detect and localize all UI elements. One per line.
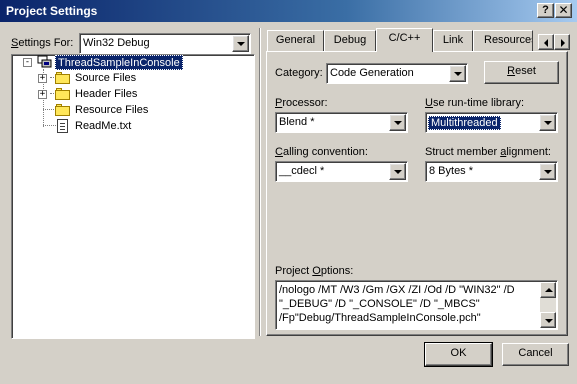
chevron-left-icon — [544, 39, 548, 47]
project-options-text: /nologo /MT /W3 /Gm /GX /ZI /Od /D "WIN3… — [279, 284, 515, 324]
window-title: Project Settings — [6, 4, 98, 18]
calling-convention-label: Calling convention: — [275, 146, 368, 158]
project-options-label: Project Options: — [275, 265, 354, 277]
chevron-down-icon — [544, 170, 552, 174]
ok-button[interactable]: OK — [424, 342, 493, 367]
tab-page-c-cpp: Category: Code Generation Reset Processo… — [266, 51, 568, 336]
settings-for-combo[interactable]: Win32 Debug — [79, 33, 251, 54]
folder-icon — [55, 72, 71, 84]
chevron-down-icon — [394, 121, 402, 125]
struct-alignment-dropdown-button[interactable] — [539, 163, 556, 180]
project-tree[interactable]: - ThreadSampleInConsole + Source Files +… — [11, 54, 255, 339]
help-button[interactable]: ? — [537, 3, 554, 18]
tree-connector — [43, 125, 56, 126]
tab-debug[interactable]: Debug — [324, 30, 376, 51]
tree-item-label[interactable]: Resource Files — [75, 104, 148, 116]
calling-convention-combo[interactable]: __cdecl * — [275, 161, 408, 182]
tree-item-label[interactable]: ReadMe.txt — [75, 120, 131, 132]
tab-link[interactable]: Link — [433, 30, 473, 51]
expand-icon[interactable]: + — [38, 74, 47, 83]
category-label: Category: — [275, 67, 323, 79]
project-icon — [37, 55, 53, 69]
chevron-down-icon — [237, 42, 245, 46]
tab-general[interactable]: General — [267, 30, 324, 51]
reset-button[interactable]: Reset — [484, 61, 559, 84]
title-bar[interactable]: Project Settings ? ✕ — [0, 0, 577, 22]
tab-resources[interactable]: Resources — [473, 30, 533, 51]
folder-icon — [55, 88, 71, 100]
project-options-scrollbar[interactable] — [540, 282, 556, 328]
runtime-library-dropdown-button[interactable] — [539, 114, 556, 131]
close-icon: ✕ — [558, 3, 569, 17]
scroll-up-button[interactable] — [540, 282, 556, 298]
tree-item-label[interactable]: Header Files — [75, 88, 137, 100]
processor-combo[interactable]: Blend * — [275, 112, 408, 133]
processor-dropdown-button[interactable] — [389, 114, 406, 131]
chevron-down-icon — [394, 170, 402, 174]
chevron-down-icon — [454, 72, 462, 76]
tree-item-label[interactable]: Source Files — [75, 72, 136, 84]
calling-convention-value: __cdecl * — [279, 165, 325, 177]
category-combo[interactable]: Code Generation — [326, 63, 468, 84]
panel-divider — [259, 28, 261, 336]
tab-c-cpp[interactable]: C/C++ — [376, 28, 433, 52]
folder-icon — [55, 104, 71, 116]
expand-icon[interactable]: + — [38, 90, 47, 99]
tab-scroll-left-button[interactable] — [538, 34, 554, 50]
processor-label: Processor: — [275, 97, 328, 109]
category-value: Code Generation — [330, 67, 414, 79]
settings-for-label: Settings For: — [11, 37, 74, 49]
tab-scroll-right-button[interactable] — [554, 34, 570, 50]
scroll-down-button[interactable] — [540, 312, 556, 328]
runtime-library-value: Multithreaded — [428, 116, 501, 130]
runtime-library-combo[interactable]: Multithreaded — [425, 112, 558, 133]
chevron-up-icon — [545, 288, 553, 292]
chevron-down-icon — [545, 319, 553, 323]
calling-convention-dropdown-button[interactable] — [389, 163, 406, 180]
struct-alignment-label: Struct member alignment: — [425, 146, 551, 158]
cancel-button[interactable]: Cancel — [502, 343, 569, 366]
tree-project-label[interactable]: ThreadSampleInConsole — [55, 55, 183, 70]
settings-for-value: Win32 Debug — [83, 37, 150, 49]
processor-value: Blend * — [279, 116, 315, 128]
close-button[interactable]: ✕ — [555, 3, 572, 18]
runtime-library-label: Use run-time library: — [425, 97, 525, 109]
chevron-right-icon — [561, 39, 565, 47]
struct-alignment-value: 8 Bytes * — [429, 165, 474, 177]
struct-alignment-combo[interactable]: 8 Bytes * — [425, 161, 558, 182]
chevron-down-icon — [544, 121, 552, 125]
file-icon — [57, 119, 68, 133]
project-options-textarea[interactable]: /nologo /MT /W3 /Gm /GX /ZI /Od /D "WIN3… — [275, 280, 558, 330]
settings-for-dropdown-button[interactable] — [232, 35, 249, 52]
category-dropdown-button[interactable] — [449, 65, 466, 82]
collapse-icon[interactable]: - — [23, 58, 32, 67]
